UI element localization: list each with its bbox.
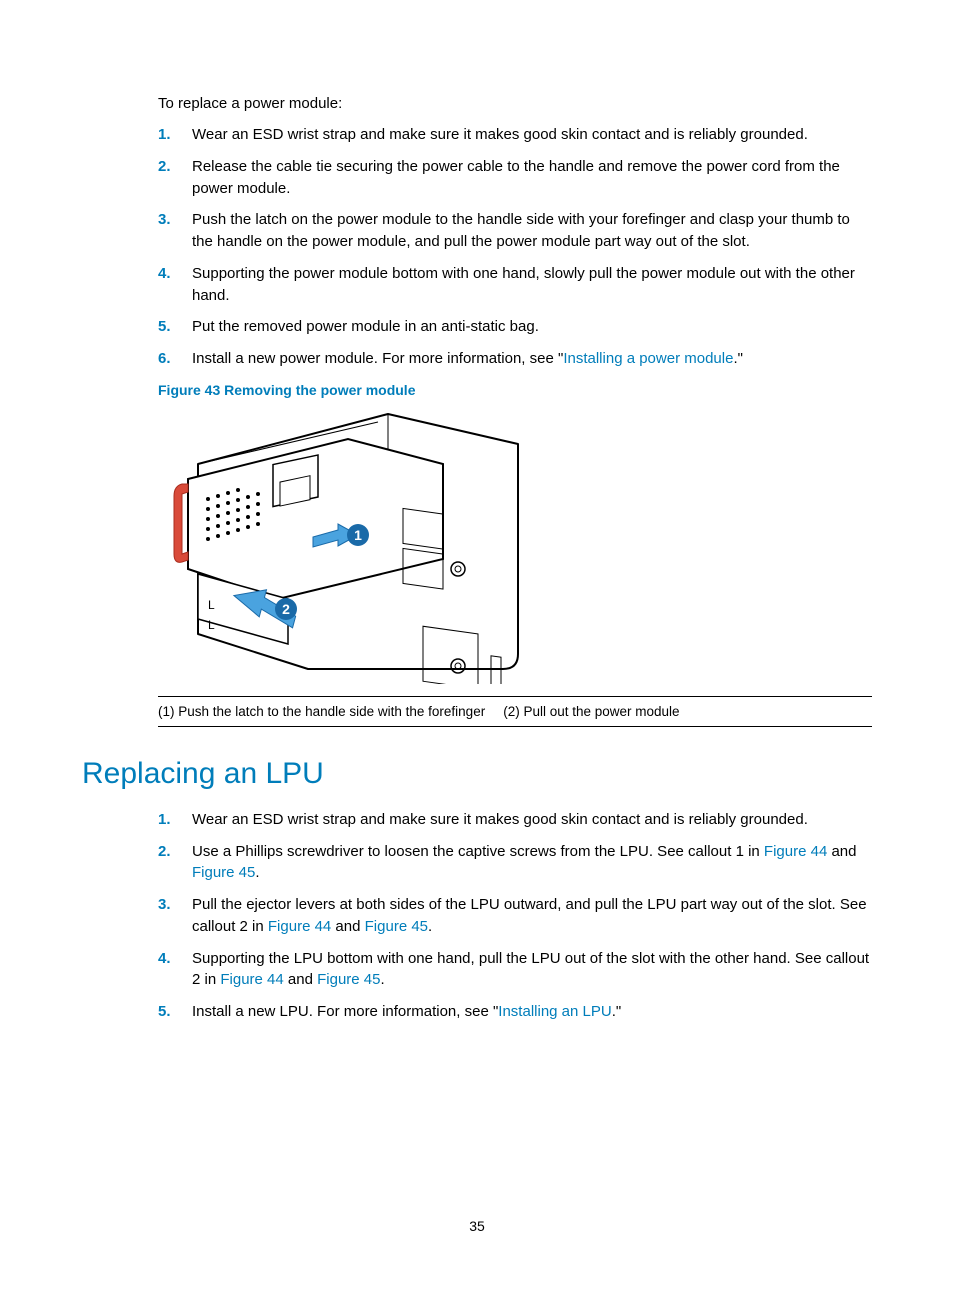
figure-43-illustration: 1 2 L L [158,404,528,684]
cross-reference-link[interactable]: Installing a power module [563,350,733,367]
step-item: 2. Use a Phillips screwdriver to loosen t… [158,841,872,885]
step-text: and [284,971,317,988]
section-heading-replacing-lpu: Replacing an LPU [82,757,872,791]
step-text: Install a new LPU. For more information,… [192,1003,498,1020]
figure-43-callout-table: (1) Push the latch to the handle side wi… [158,696,872,727]
step-number: 4. [158,948,171,970]
cross-reference-link[interactable]: Figure 44 [268,918,331,935]
step-text: . [255,864,259,881]
svg-text:2: 2 [282,601,290,617]
page-number: 35 [0,1218,954,1234]
step-number: 4. [158,263,171,285]
svg-text:L: L [208,618,215,632]
step-number: 6. [158,348,171,370]
step-number: 5. [158,316,171,338]
figure-43-caption: Figure 43 Removing the power module [158,382,872,398]
cross-reference-link[interactable]: Figure 44 [220,971,283,988]
step-number: 1. [158,124,171,146]
step-number: 1. [158,809,171,831]
step-item: 6. Install a new power module. For more i… [158,348,872,370]
step-item: 1. Wear an ESD wrist strap and make sure … [158,124,872,146]
cross-reference-link[interactable]: Figure 44 [764,843,827,860]
svg-text:1: 1 [354,527,362,543]
step-item: 2. Release the cable tie securing the pow… [158,156,872,200]
cross-reference-link[interactable]: Installing an LPU [498,1003,611,1020]
step-text: and [827,843,856,860]
svg-text:L: L [208,598,215,612]
steps-list-2: 1. Wear an ESD wrist strap and make sure … [158,809,872,1023]
cross-reference-link[interactable]: Figure 45 [365,918,428,935]
step-number: 3. [158,894,171,916]
step-number: 2. [158,156,171,178]
step-item: 5. Install a new LPU. For more informatio… [158,1001,872,1023]
step-text: ." [733,350,743,367]
step-item: 1. Wear an ESD wrist strap and make sure … [158,809,872,831]
step-item: 3.Pull the ejector levers at both sides … [158,894,872,938]
step-item: 5. Put the removed power module in an ant… [158,316,872,338]
steps-list-1: 1. Wear an ESD wrist strap and make sure … [158,124,872,370]
step-text: Push the latch on the power module to th… [192,211,850,250]
intro-text: To replace a power module: [158,95,872,112]
step-text: Supporting the power module bottom with … [192,265,855,304]
step-text: . [428,918,432,935]
step-text: Install a new power module. For more inf… [192,350,563,367]
step-text: Wear an ESD wrist strap and make sure it… [192,811,808,828]
step-text: Release the cable tie securing the power… [192,158,840,197]
step-text: Put the removed power module in an anti-… [192,318,539,335]
step-number: 2. [158,841,171,863]
step-number: 3. [158,209,171,231]
step-text: Use a Phillips screwdriver to loosen the… [192,843,764,860]
cross-reference-link[interactable]: Figure 45 [192,864,255,881]
callout-2-text: (2) Pull out the power module [503,704,679,719]
callout-1-text: (1) Push the latch to the handle side wi… [158,704,485,719]
step-item: 3. Push the latch on the power module to … [158,209,872,253]
step-text: ." [612,1003,622,1020]
step-item: 4. Supporting the power module bottom wit… [158,263,872,307]
step-text: and [331,918,364,935]
step-item: 4.Supporting the LPU bottom with one han… [158,948,872,992]
step-text: Wear an ESD wrist strap and make sure it… [192,126,808,143]
step-text: . [380,971,384,988]
step-number: 5. [158,1001,171,1023]
cross-reference-link[interactable]: Figure 45 [317,971,380,988]
